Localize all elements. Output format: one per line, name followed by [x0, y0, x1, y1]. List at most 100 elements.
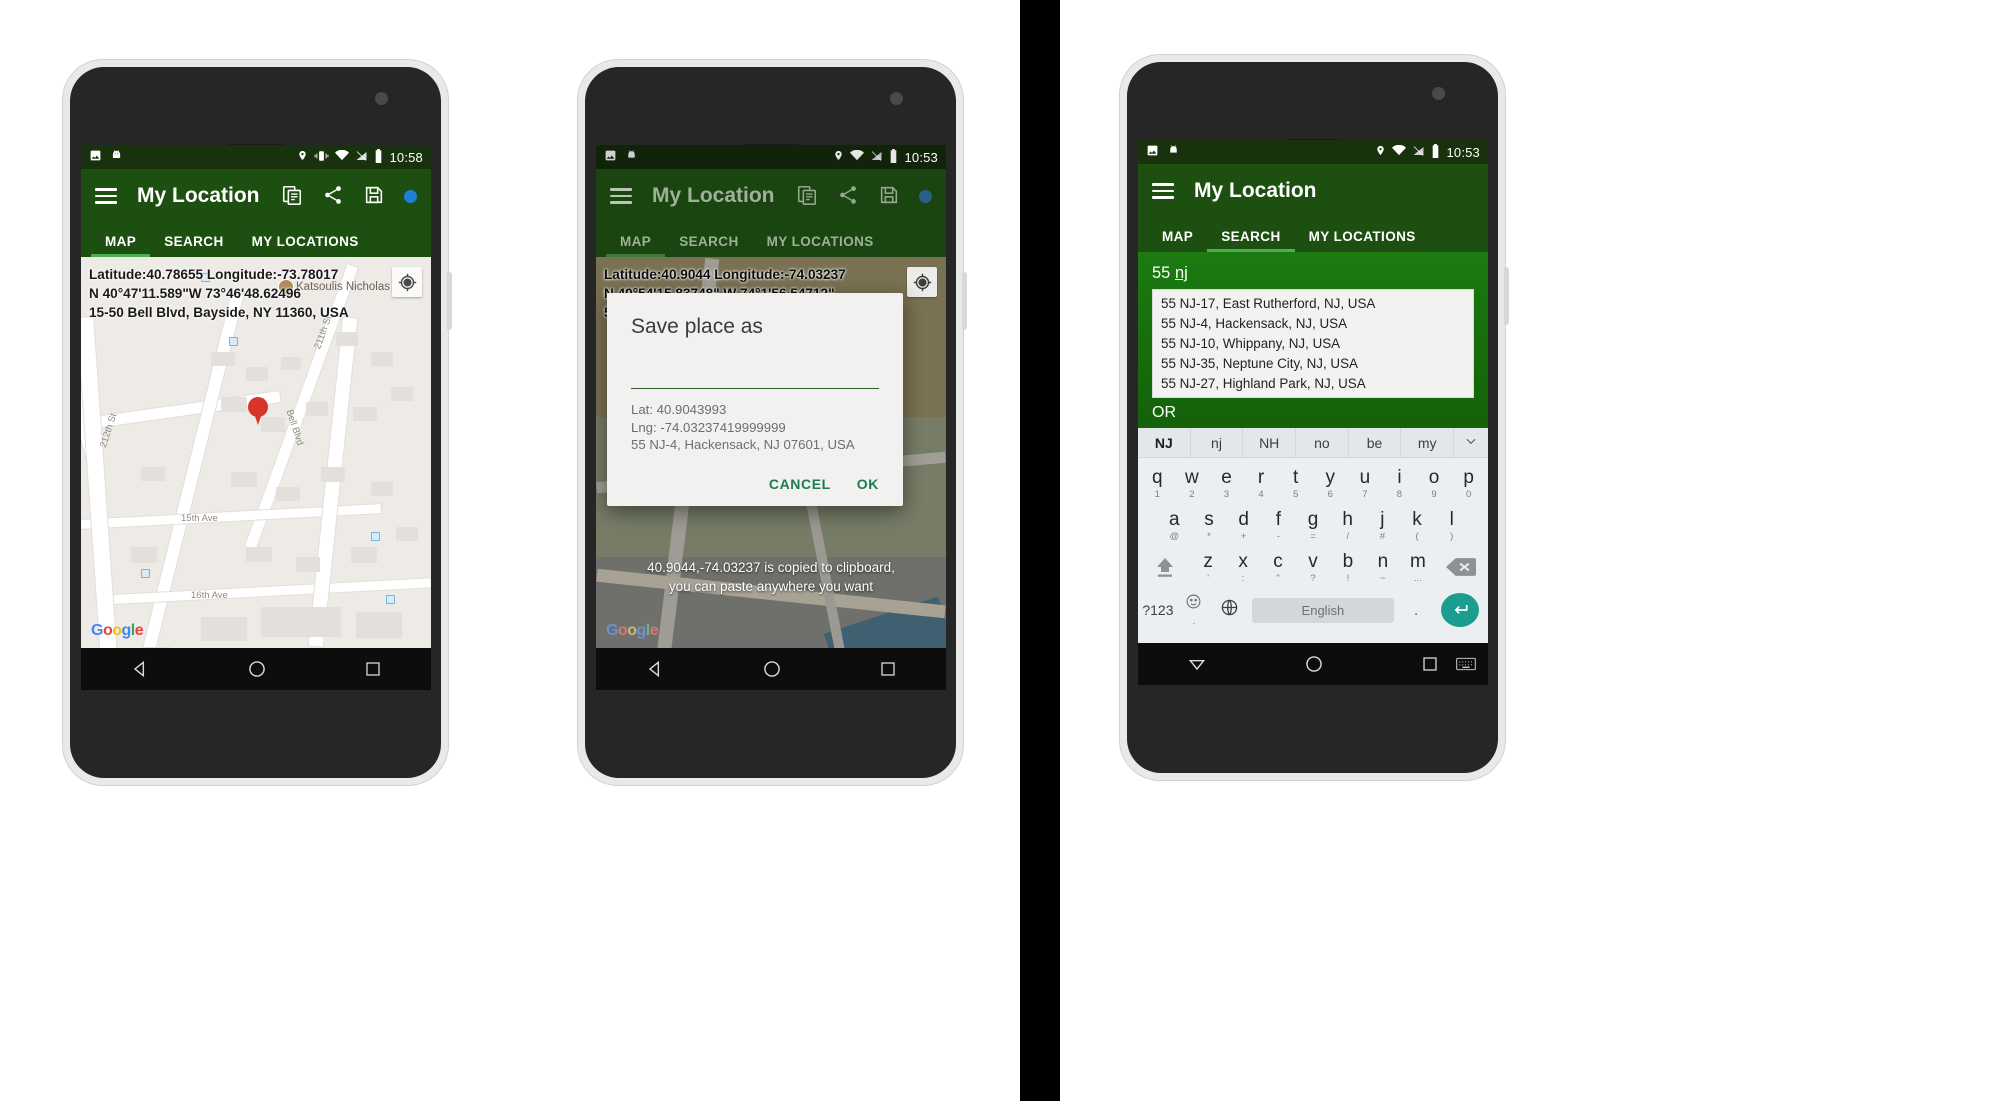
- status-dot-icon[interactable]: [919, 189, 932, 203]
- back-triangle-icon[interactable]: [1187, 654, 1207, 674]
- list-item[interactable]: 55 NJ-27, Highland Park, NJ, USA: [1153, 373, 1473, 393]
- chevron-down-icon[interactable]: [1454, 428, 1488, 458]
- tab-search[interactable]: SEARCH: [150, 234, 237, 257]
- key-w[interactable]: w2: [1175, 467, 1210, 500]
- period-key[interactable]: .: [1398, 602, 1434, 618]
- share-icon[interactable]: [322, 184, 346, 208]
- key-u[interactable]: u7: [1348, 467, 1383, 500]
- key-o[interactable]: o9: [1417, 467, 1452, 500]
- copy-icon[interactable]: [281, 184, 305, 208]
- backspace-icon[interactable]: [1435, 556, 1486, 578]
- enter-key[interactable]: [1434, 593, 1486, 627]
- map-selected-pin[interactable]: [248, 397, 268, 427]
- tab-search[interactable]: SEARCH: [665, 234, 752, 257]
- list-item[interactable]: 55 NJ-35, Neptune City, NJ, USA: [1153, 353, 1473, 373]
- globe-icon[interactable]: [1212, 598, 1248, 623]
- key-l[interactable]: l): [1434, 509, 1469, 542]
- back-triangle-icon[interactable]: [130, 659, 150, 679]
- key-f[interactable]: f-: [1261, 509, 1296, 542]
- suggestion-chip[interactable]: no: [1296, 427, 1349, 458]
- tab-my-locations[interactable]: MY LOCATIONS: [238, 234, 373, 257]
- my-location-icon[interactable]: [392, 267, 422, 297]
- status-dot-icon[interactable]: [404, 189, 417, 203]
- symbols-key[interactable]: ?123: [1140, 602, 1176, 618]
- key-g[interactable]: g =: [1296, 509, 1331, 542]
- tab-map[interactable]: MAP: [91, 234, 151, 257]
- tab-map[interactable]: MAP: [1148, 229, 1207, 252]
- autocomplete-dropdown[interactable]: 55 NJ-17, East Rutherford, NJ, USA 55 NJ…: [1152, 289, 1474, 398]
- key-label: s: [1204, 508, 1214, 530]
- key-e[interactable]: e3: [1209, 467, 1244, 500]
- ok-button[interactable]: OK: [857, 476, 879, 492]
- key-p[interactable]: p0: [1451, 467, 1486, 500]
- map-canvas[interactable]: Latitude:40.9044 Longitude:-74.03237 N 4…: [596, 257, 946, 648]
- key-alt: 8: [1396, 488, 1403, 500]
- key-label: e: [1221, 466, 1232, 488]
- share-icon[interactable]: [837, 184, 861, 208]
- map-building: [141, 467, 165, 481]
- key-b[interactable]: b!: [1330, 551, 1365, 584]
- key-t[interactable]: t5: [1278, 467, 1313, 500]
- list-item[interactable]: 55 NJ-17, East Rutherford, NJ, USA: [1153, 293, 1473, 313]
- key-c[interactable]: c ": [1261, 551, 1296, 584]
- key-r[interactable]: r4: [1244, 467, 1279, 500]
- save-icon[interactable]: [363, 184, 387, 208]
- suggestion-chip[interactable]: nj: [1191, 427, 1244, 458]
- suggestion-chip[interactable]: be: [1349, 427, 1402, 458]
- list-item[interactable]: 55 NJ-4, Hackensack, NJ, USA: [1153, 313, 1473, 333]
- key-n[interactable]: n ~: [1365, 551, 1400, 584]
- emoji-icon[interactable]: .: [1176, 593, 1212, 627]
- back-triangle-icon[interactable]: [645, 659, 665, 679]
- tab-my-locations[interactable]: MY LOCATIONS: [1295, 229, 1430, 252]
- key-s[interactable]: s *: [1192, 509, 1227, 542]
- suggestion-chip[interactable]: NH: [1243, 427, 1297, 458]
- place-name-input[interactable]: [631, 363, 879, 389]
- save-place-dialog: Save place as Lat: 40.9043993 Lng: -74.0…: [607, 293, 903, 506]
- key-label: l: [1449, 508, 1454, 530]
- overlay-line-latlng: Latitude:40.78655 Longitude:-73.78017: [89, 267, 339, 282]
- suggestion-chip[interactable]: my: [1401, 427, 1455, 458]
- hamburger-icon[interactable]: [1152, 179, 1174, 203]
- key-j[interactable]: j #: [1365, 509, 1400, 542]
- shift-arrow-icon[interactable]: [1140, 555, 1191, 579]
- key-q[interactable]: q1: [1140, 467, 1175, 500]
- recents-square-icon[interactable]: [1421, 655, 1439, 673]
- key-i[interactable]: i8: [1382, 467, 1417, 500]
- home-circle-icon[interactable]: [1304, 654, 1324, 674]
- recents-square-icon[interactable]: [879, 660, 897, 678]
- tab-search[interactable]: SEARCH: [1207, 229, 1296, 252]
- tab-map[interactable]: MAP: [606, 234, 666, 257]
- home-circle-icon[interactable]: [247, 659, 267, 679]
- suggestion-chip[interactable]: NJ: [1138, 427, 1191, 458]
- key-d[interactable]: d +: [1226, 509, 1261, 542]
- key-y[interactable]: y6: [1313, 467, 1348, 500]
- spacebar-key[interactable]: English: [1248, 597, 1399, 623]
- map-building: [131, 547, 157, 563]
- home-circle-icon[interactable]: [762, 659, 782, 679]
- search-input[interactable]: 55 nj: [1138, 262, 1488, 289]
- key-x[interactable]: x:: [1226, 551, 1261, 584]
- key-m[interactable]: m...: [1400, 551, 1435, 584]
- key-k[interactable]: k(: [1400, 509, 1435, 542]
- map-canvas[interactable]: 212th St 211th St Bell Blvd 15th Ave 16t…: [81, 257, 431, 648]
- phone-power-button-1[interactable]: [447, 272, 452, 330]
- hamburger-icon[interactable]: [95, 184, 117, 208]
- cancel-button[interactable]: CANCEL: [769, 476, 831, 492]
- hamburger-icon[interactable]: [610, 184, 632, 208]
- my-location-icon[interactable]: [907, 267, 937, 297]
- keyboard-icon[interactable]: [1456, 657, 1476, 671]
- save-icon[interactable]: [878, 184, 902, 208]
- key-h[interactable]: h /: [1330, 509, 1365, 542]
- key-v[interactable]: v?: [1296, 551, 1331, 584]
- list-item[interactable]: 55 NJ-10, Whippany, NJ, USA: [1153, 333, 1473, 353]
- soft-keyboard: NJ nj NH no be my q1 w2 e3 r4 t 5 y 6 u …: [1138, 427, 1488, 643]
- phone-power-button-2[interactable]: [962, 272, 967, 330]
- tab-my-locations[interactable]: MY LOCATIONS: [753, 234, 888, 257]
- key-z[interactable]: z ': [1191, 551, 1226, 584]
- phone-power-button-3[interactable]: [1504, 267, 1509, 325]
- android-nav-bar: [81, 648, 431, 690]
- recents-square-icon[interactable]: [364, 660, 382, 678]
- key-a[interactable]: a @: [1157, 509, 1192, 542]
- copy-icon[interactable]: [796, 184, 820, 208]
- key-alt: =: [1310, 530, 1316, 542]
